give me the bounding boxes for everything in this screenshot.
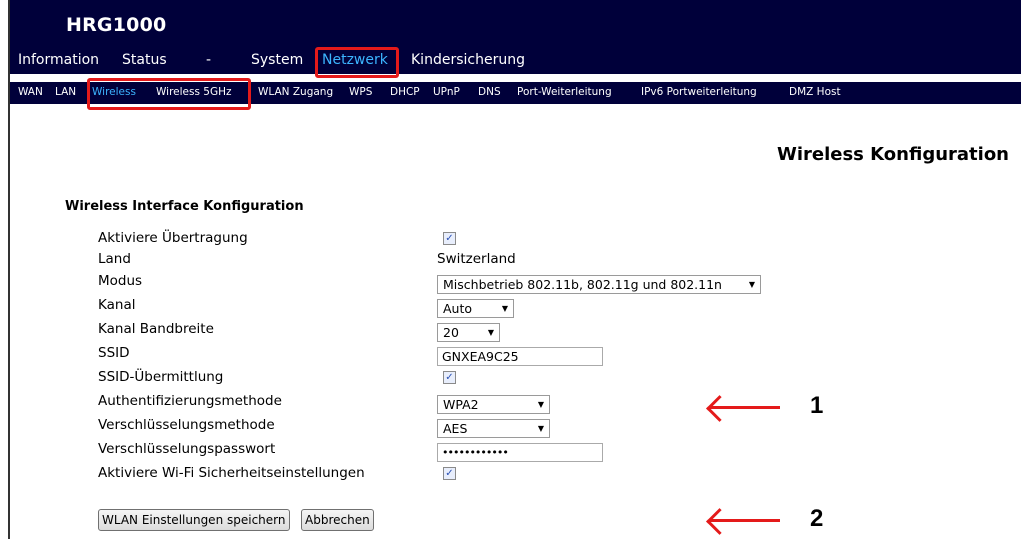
input-ssid[interactable]: GNXEA9C25 [437,347,603,366]
label-ssid-broadcast: SSID-Übermittlung [98,369,224,385]
subnav-dmz-host[interactable]: DMZ Host [789,86,841,98]
cancel-button[interactable]: Abbrechen [301,509,374,531]
checkbox-enable[interactable]: ✓ [443,232,456,245]
select-encryption[interactable]: AES ▼ [437,419,550,438]
select-channel-value: Auto [443,301,473,316]
page-title: Wireless Konfiguration [776,144,1009,165]
select-auth[interactable]: WPA2 ▼ [437,395,550,414]
select-mode[interactable]: Mischbetrieb 802.11b, 802.11g und 802.11… [437,275,761,294]
chevron-down-icon: ▼ [537,400,544,409]
label-country: Land [98,251,131,267]
nav-information[interactable]: Information [18,52,99,68]
label-wifi-security: Aktiviere Wi-Fi Sicherheitseinstellungen [98,465,365,481]
select-bandwidth-value: 20 [443,325,459,340]
checkbox-ssid-broadcast[interactable]: ✓ [443,371,456,384]
router-page: HRG1000 Information Status - System Netz… [8,0,1021,539]
section-title: Wireless Interface Konfiguration [65,199,304,214]
label-auth: Authentifizierungsmethode [98,393,282,409]
save-button[interactable]: WLAN Einstellungen speichern [98,509,290,531]
input-password[interactable]: •••••••••••• [437,443,603,462]
select-encryption-value: AES [443,421,468,436]
chevron-down-icon: ▼ [501,304,508,313]
brand-title: HRG1000 [66,14,167,36]
checkbox-wifi-security[interactable]: ✓ [443,467,456,480]
subnav-wan[interactable]: WAN [18,86,43,98]
highlight-wireless-tabs [87,78,251,110]
highlight-netzwerk [315,47,399,78]
select-auth-value: WPA2 [443,397,479,412]
chevron-down-icon: ▼ [537,424,544,433]
subnav-dns[interactable]: DNS [478,86,501,98]
annotation-number-2: 2 [810,505,824,532]
nav-kindersicherung[interactable]: Kindersicherung [411,52,525,68]
subnav-port-weiterleitung[interactable]: Port-Weiterleitung [517,86,612,98]
subnav-dhcp[interactable]: DHCP [390,86,420,98]
subnav-wps[interactable]: WPS [349,86,372,98]
nav-system[interactable]: System [251,52,303,68]
nav-separator: - [206,52,212,68]
arrow-left-icon [706,395,733,422]
label-enable: Aktiviere Übertragung [98,230,248,246]
subnav-upnp[interactable]: UPnP [433,86,460,98]
nav-status[interactable]: Status [122,52,167,68]
label-channel: Kanal [98,297,136,313]
label-encryption: Verschlüsselungsmethode [98,417,275,433]
chevron-down-icon: ▼ [487,328,494,337]
chevron-down-icon: ▼ [748,280,755,289]
select-bandwidth[interactable]: 20 ▼ [437,323,500,342]
annotation-number-1: 1 [810,392,824,419]
label-mode: Modus [98,273,143,289]
select-mode-value: Mischbetrieb 802.11b, 802.11g und 802.11… [443,277,722,292]
country-value: Switzerland [437,251,516,267]
label-password: Verschlüsselungspasswort [98,441,276,457]
subnav-wlan-zugang[interactable]: WLAN Zugang [258,86,333,98]
select-channel[interactable]: Auto ▼ [437,299,514,318]
arrow-left-icon [706,508,733,535]
subnav-lan[interactable]: LAN [55,86,76,98]
subnav-ipv6-portweiterleitung[interactable]: IPv6 Portweiterleitung [641,86,757,98]
label-bandwidth: Kanal Bandbreite [98,321,214,337]
label-ssid: SSID [98,345,130,361]
